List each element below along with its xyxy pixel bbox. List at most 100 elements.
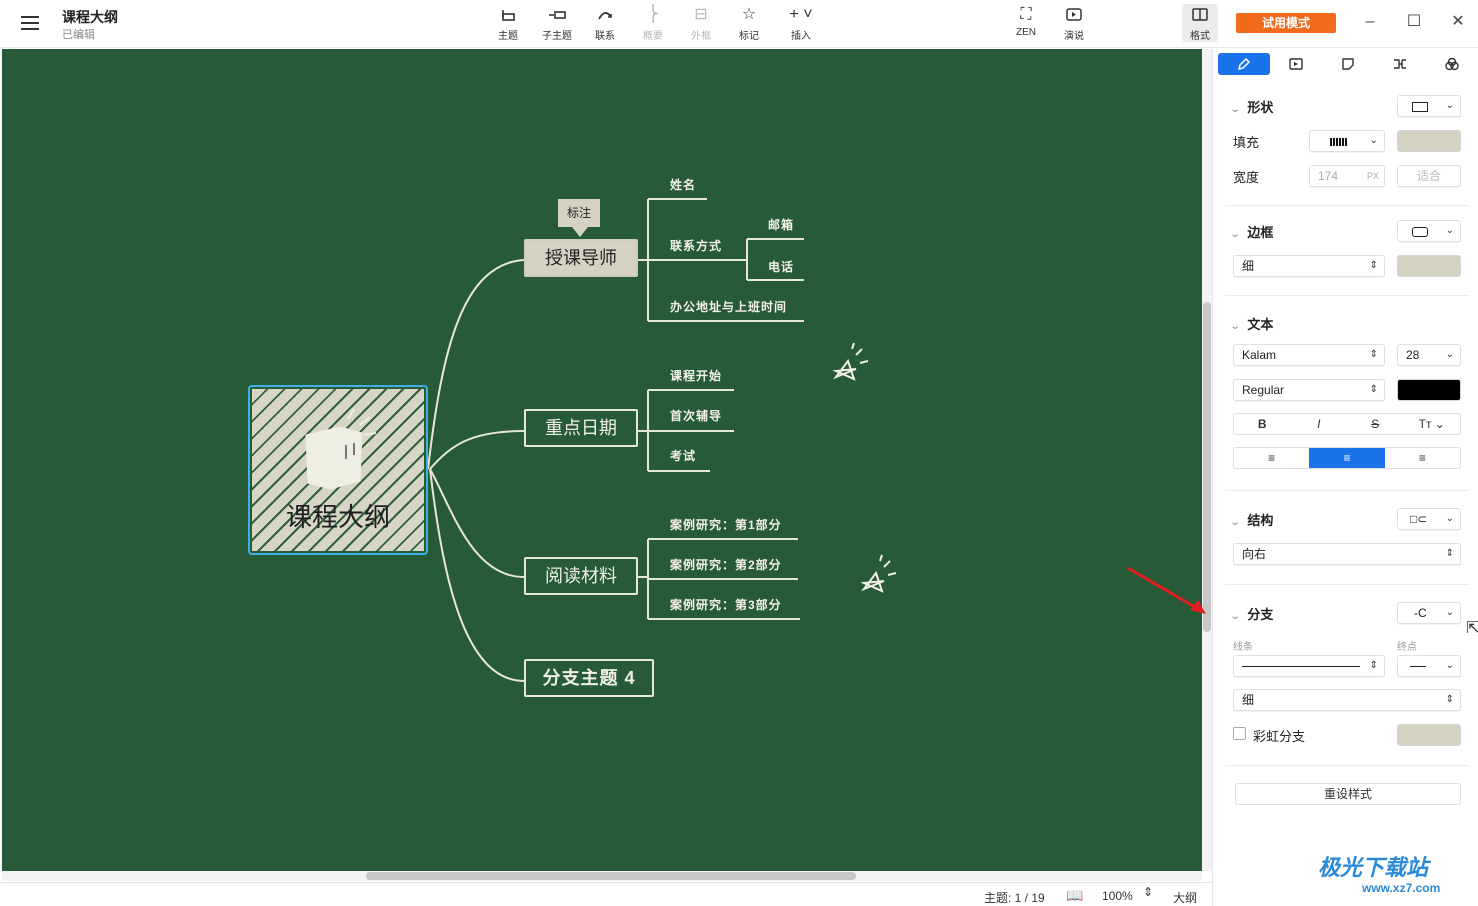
shape-select[interactable]: ⌄ bbox=[1397, 95, 1461, 117]
leaf-exam[interactable]: 考试 bbox=[670, 447, 696, 464]
font-size-select[interactable]: 28 ⌄ bbox=[1397, 344, 1461, 366]
leaf-first-tutoring[interactable]: 首次辅导 bbox=[670, 407, 722, 424]
shape-section-title[interactable]: ⌄ 形状 bbox=[1230, 97, 1274, 116]
mindmap-canvas[interactable]: 课程大纲 标注 授课导师 重点日期 阅读材料 分支主题 4 姓名 联系方式 办公… bbox=[2, 49, 1202, 871]
close-icon[interactable]: ✕ bbox=[1446, 10, 1470, 34]
branch-style-select[interactable]: -C ⌄ bbox=[1397, 602, 1461, 624]
alignment-group: ≡ ≡ ≡ bbox=[1233, 447, 1461, 469]
branch-weight-select[interactable]: 细 ⇕ bbox=[1233, 689, 1461, 711]
leaf-contact[interactable]: 联系方式 bbox=[670, 237, 722, 254]
branch-reading[interactable]: 阅读材料 bbox=[524, 557, 638, 595]
pitch-button[interactable]: 演说 bbox=[1052, 4, 1096, 44]
leaf-office[interactable]: 办公地址与上班时间 bbox=[670, 298, 787, 315]
line-end-select[interactable]: ⌄ bbox=[1397, 655, 1461, 677]
callout-label[interactable]: 标注 bbox=[558, 199, 600, 227]
text-case-button[interactable]: Tт ⌄ bbox=[1404, 414, 1461, 434]
cursor-icon: ⇱ bbox=[1466, 620, 1478, 637]
tab-structure[interactable] bbox=[1374, 53, 1426, 75]
panel-icon bbox=[1178, 4, 1222, 26]
end-label: 终点 bbox=[1397, 642, 1417, 653]
structure-type-select[interactable]: □⊂ ⌄ bbox=[1397, 508, 1461, 530]
zen-button[interactable]: ⛶ ZEN bbox=[1004, 4, 1048, 44]
boundary-button[interactable]: ⊟ 外框 bbox=[679, 4, 723, 44]
branch-key-dates[interactable]: 重点日期 bbox=[524, 409, 638, 447]
boundary-icon: ⊟ bbox=[694, 6, 708, 23]
trial-mode-button[interactable]: 试用模式 bbox=[1236, 13, 1336, 33]
branch-instructor[interactable]: 授课导师 bbox=[524, 239, 638, 277]
presentation-icon bbox=[1052, 4, 1096, 26]
central-topic[interactable]: 课程大纲 bbox=[248, 385, 428, 555]
summary-icon: ⎬ bbox=[647, 6, 659, 23]
marker-button[interactable]: ☆ 标记 bbox=[727, 4, 771, 44]
structure-direction-select[interactable]: 向右 ⇕ bbox=[1233, 543, 1461, 565]
topic-icon bbox=[486, 4, 530, 26]
leaf-name[interactable]: 姓名 bbox=[670, 176, 696, 193]
width-input[interactable]: 174 PX bbox=[1309, 165, 1385, 187]
status-bar: 主题: 1 / 19 📖 100% ⇕ 大纲 bbox=[0, 882, 1212, 906]
format-panel: ⌄ 形状 ⌄ 填充 ⌄ 宽度 174 PX 适合 ⌄ 边框 ⌄ 细 ⇕ ⌄ 文本 Kala… bbox=[1212, 49, 1478, 906]
align-right-icon[interactable]: ≡ bbox=[1385, 448, 1460, 468]
structure-section-title[interactable]: ⌄ 结构 bbox=[1230, 510, 1274, 529]
leaf-case-2[interactable]: 案例研究：第2部分 bbox=[670, 556, 782, 573]
subtopic-button[interactable]: 子主题 bbox=[535, 4, 579, 44]
book-icon[interactable]: 📖 bbox=[1066, 887, 1083, 904]
bold-button[interactable]: B bbox=[1234, 414, 1291, 434]
note-icon bbox=[1342, 58, 1354, 70]
strikethrough-button[interactable]: S bbox=[1347, 414, 1404, 434]
insert-button[interactable]: + ˅ 插入 bbox=[779, 4, 823, 44]
subtopic-icon bbox=[535, 4, 579, 26]
central-topic-label: 课程大纲 bbox=[285, 502, 390, 532]
leaf-case-3[interactable]: 案例研究：第3部分 bbox=[670, 596, 782, 613]
zoom-stepper-icon[interactable]: ⇕ bbox=[1143, 885, 1153, 899]
minimize-icon[interactable]: – bbox=[1358, 10, 1382, 34]
fit-button[interactable]: 适合 bbox=[1397, 165, 1461, 187]
menu-icon[interactable] bbox=[18, 12, 42, 34]
font-family-select[interactable]: Kalam ⇕ bbox=[1233, 344, 1385, 366]
outline-button[interactable]: 大纲 bbox=[1173, 889, 1197, 906]
slide-icon bbox=[1289, 58, 1303, 70]
width-label: 宽度 bbox=[1233, 170, 1260, 185]
tab-slide[interactable] bbox=[1270, 53, 1322, 75]
sparkle-decoration bbox=[832, 342, 897, 593]
branch-topic-4[interactable]: 分支主题 4 bbox=[524, 659, 654, 697]
border-shape-select[interactable]: ⌄ bbox=[1397, 220, 1461, 242]
leaf-course-start[interactable]: 课程开始 bbox=[670, 367, 722, 384]
structure-icon bbox=[1394, 59, 1406, 69]
leaf-phone[interactable]: 电话 bbox=[768, 258, 794, 275]
text-color-swatch[interactable] bbox=[1397, 379, 1461, 401]
summary-button[interactable]: ⎬ 概要 bbox=[631, 4, 675, 44]
border-weight-select[interactable]: 细 ⇕ bbox=[1233, 255, 1385, 277]
fill-label: 填充 bbox=[1233, 135, 1260, 150]
relation-icon bbox=[583, 4, 627, 26]
leaf-email[interactable]: 邮箱 bbox=[768, 216, 794, 233]
border-section-title[interactable]: ⌄ 边框 bbox=[1230, 222, 1274, 241]
topic-count: 主题: 1 / 19 bbox=[984, 891, 1045, 905]
line-style-select[interactable]: ⇕ bbox=[1233, 655, 1385, 677]
text-format-group: B I S Tт ⌄ bbox=[1233, 413, 1461, 435]
branch-color-swatch[interactable] bbox=[1397, 724, 1461, 746]
tab-notes[interactable] bbox=[1322, 53, 1374, 75]
tab-theme[interactable] bbox=[1426, 53, 1478, 75]
maximize-icon[interactable]: ☐ bbox=[1402, 10, 1426, 34]
align-left-icon[interactable]: ≡ bbox=[1234, 448, 1309, 468]
leaf-case-1[interactable]: 案例研究：第1部分 bbox=[670, 516, 782, 533]
branch-section-title[interactable]: ⌄ 分支 bbox=[1230, 604, 1274, 623]
italic-button[interactable]: I bbox=[1291, 414, 1348, 434]
rainbow-branch-checkbox[interactable] bbox=[1233, 727, 1246, 740]
fill-color-swatch[interactable] bbox=[1397, 130, 1461, 152]
font-style-select[interactable]: Regular ⇕ bbox=[1233, 379, 1385, 401]
align-center-icon[interactable]: ≡ bbox=[1309, 448, 1385, 468]
watermark-logo: 极光下载站 bbox=[1318, 855, 1429, 880]
tab-style[interactable] bbox=[1218, 53, 1270, 75]
rainbow-branch-label: 彩虹分支 bbox=[1253, 729, 1306, 744]
text-section-title[interactable]: ⌄ 文本 bbox=[1230, 314, 1274, 333]
relation-button[interactable]: 联系 bbox=[583, 4, 627, 44]
book-illustration-icon bbox=[305, 408, 377, 490]
horizontal-scroll-thumb[interactable] bbox=[366, 872, 856, 880]
border-color-swatch[interactable] bbox=[1397, 255, 1461, 277]
format-button[interactable]: 格式 bbox=[1178, 4, 1222, 44]
zoom-level[interactable]: 100% bbox=[1102, 889, 1133, 903]
topic-button[interactable]: 主题 bbox=[486, 4, 530, 44]
reset-style-button[interactable]: 重设样式 bbox=[1235, 783, 1461, 805]
fill-pattern-select[interactable]: ⌄ bbox=[1309, 130, 1385, 152]
